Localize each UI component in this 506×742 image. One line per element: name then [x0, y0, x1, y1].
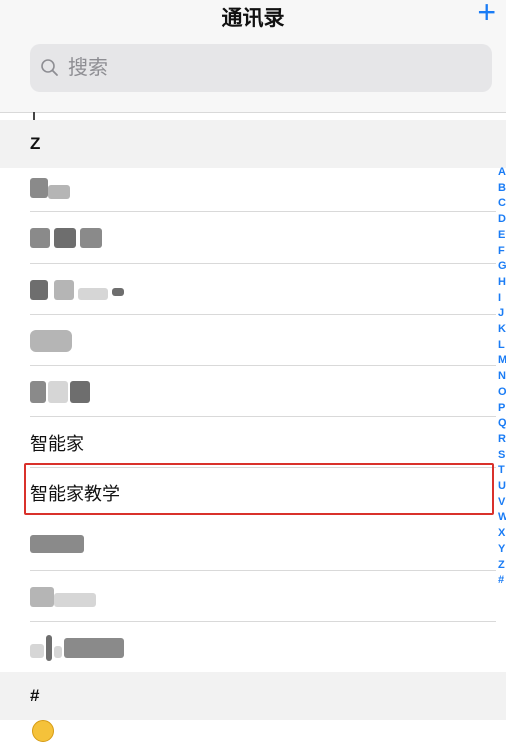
contact-row[interactable]: [0, 162, 496, 214]
index-letter-q[interactable]: Q: [498, 416, 506, 432]
blurred-name: [54, 228, 76, 248]
index-letter-n[interactable]: N: [498, 369, 506, 385]
contact-name: 智能家: [30, 434, 84, 454]
index-letter-c[interactable]: C: [498, 196, 506, 212]
blurred-name: [30, 280, 48, 300]
index-letter-z[interactable]: Z: [498, 558, 505, 574]
contact-row-zhinengjia[interactable]: 智能家: [0, 417, 496, 469]
alphabet-index-bar[interactable]: A B C D E F G H I J K L M N O P Q R S T U V W X Y Z #: [498, 165, 506, 589]
index-letter-j[interactable]: J: [498, 306, 504, 322]
blurred-name: [64, 638, 124, 658]
index-letter-u[interactable]: U: [498, 479, 506, 495]
index-letter-x[interactable]: X: [498, 526, 505, 542]
section-stub: [33, 112, 35, 120]
search-bar[interactable]: [30, 44, 492, 92]
blurred-name: [48, 185, 70, 199]
emoji-avatar-icon: [32, 720, 54, 742]
contact-row[interactable]: [0, 622, 496, 674]
contact-row[interactable]: [0, 518, 496, 570]
blurred-name: [112, 288, 124, 296]
index-letter-s[interactable]: S: [498, 448, 505, 464]
index-letter-hash[interactable]: #: [498, 573, 504, 589]
blurred-name: [48, 381, 68, 403]
blurred-name: [30, 330, 72, 352]
index-letter-b[interactable]: B: [498, 181, 506, 197]
blurred-name: [54, 593, 96, 607]
blurred-name: [78, 288, 108, 300]
contact-row[interactable]: [0, 264, 496, 316]
page-title: 通讯录: [221, 7, 285, 30]
nav-header: 通讯录 +: [0, 0, 506, 112]
blurred-name: [70, 381, 90, 403]
blurred-name: [54, 646, 62, 658]
index-letter-e[interactable]: E: [498, 228, 505, 244]
index-letter-h[interactable]: H: [498, 275, 506, 291]
index-letter-l[interactable]: L: [498, 338, 505, 354]
index-letter-f[interactable]: F: [498, 244, 505, 260]
blurred-name: [30, 644, 44, 658]
search-input[interactable]: [66, 55, 470, 81]
index-letter-t[interactable]: T: [498, 463, 505, 479]
contact-row[interactable]: [0, 366, 496, 418]
blurred-name: [30, 178, 48, 198]
blurred-name: [80, 228, 102, 248]
blurred-name: [46, 635, 52, 661]
index-letter-w[interactable]: W: [498, 510, 506, 526]
section-header-hash: #: [0, 672, 506, 720]
blurred-name: [30, 535, 84, 553]
header-divider: [0, 112, 506, 113]
index-letter-y[interactable]: Y: [498, 542, 505, 558]
index-letter-a[interactable]: A: [498, 165, 506, 181]
index-letter-d[interactable]: D: [498, 212, 506, 228]
contact-row[interactable]: [0, 212, 496, 264]
blurred-name: [30, 381, 46, 403]
index-letter-m[interactable]: M: [498, 353, 506, 369]
contact-row[interactable]: [0, 315, 496, 367]
search-icon: [41, 59, 58, 76]
index-letter-k[interactable]: K: [498, 322, 506, 338]
index-letter-p[interactable]: P: [498, 401, 505, 417]
index-letter-r[interactable]: R: [498, 432, 506, 448]
index-letter-g[interactable]: G: [498, 259, 506, 275]
add-contact-button[interactable]: +: [477, 0, 496, 28]
index-letter-i[interactable]: I: [498, 291, 501, 307]
index-letter-v[interactable]: V: [498, 495, 505, 511]
contact-row-zhinengjia-jiaoxue[interactable]: 智能家教学: [0, 467, 496, 519]
section-header-z: Z: [0, 120, 506, 168]
index-letter-o[interactable]: O: [498, 385, 506, 401]
blurred-name: [30, 228, 50, 248]
blurred-name: [54, 280, 74, 300]
contact-name: 智能家教学: [30, 484, 120, 504]
contact-row[interactable]: [0, 571, 496, 623]
blurred-name: [30, 587, 54, 607]
